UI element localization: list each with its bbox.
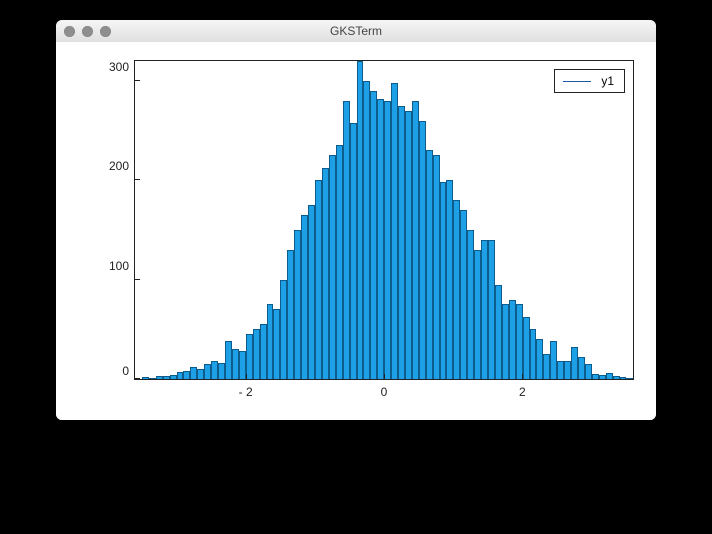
histogram-bar <box>267 304 274 379</box>
histogram-bar <box>481 240 488 379</box>
ytick-mark <box>134 279 140 280</box>
close-icon[interactable] <box>64 26 75 37</box>
histogram-bar <box>315 180 322 379</box>
histogram-bar <box>626 378 633 379</box>
histogram-bar <box>620 377 627 379</box>
histogram-bar <box>163 376 170 379</box>
histogram-bar <box>204 364 211 379</box>
legend-label: y1 <box>601 74 614 88</box>
histogram-bar <box>363 81 370 379</box>
histogram-bar <box>232 349 239 379</box>
xtick-2: 2 <box>519 385 526 399</box>
histogram-bar <box>502 304 509 379</box>
ytick-0: 0 <box>99 364 129 378</box>
histogram-bar <box>516 304 523 379</box>
histogram-bar <box>536 339 543 379</box>
histogram-bar <box>225 341 232 379</box>
histogram-bar <box>453 200 460 379</box>
histogram-bar <box>336 145 343 379</box>
histogram-bar <box>474 250 481 379</box>
histogram-bar <box>287 250 294 379</box>
ytick-mark <box>134 378 140 379</box>
histogram-bar <box>460 210 467 379</box>
histogram-bar <box>592 374 599 379</box>
histogram-bar <box>350 123 357 379</box>
histogram-bar <box>357 61 364 379</box>
xtick-0: 0 <box>381 385 388 399</box>
histogram-bar <box>343 101 350 379</box>
histogram-bar <box>301 215 308 379</box>
histogram-bar <box>419 121 426 379</box>
ytick-200: 200 <box>99 159 129 173</box>
chart-axes: y1 0 100 200 300 - 2 0 2 <box>134 60 634 380</box>
xtick-mark <box>384 374 385 380</box>
xtick-m2: - 2 <box>239 385 253 399</box>
histogram-bar <box>550 341 557 379</box>
histogram-bar <box>322 168 329 379</box>
legend-swatch-icon <box>563 81 591 82</box>
histogram-bar <box>467 230 474 379</box>
histogram-bar <box>578 357 585 379</box>
histogram-bar <box>329 155 336 379</box>
histogram-bar <box>246 334 253 379</box>
histogram-bar <box>142 377 149 379</box>
histogram-bar <box>571 347 578 379</box>
ytick-mark <box>134 80 140 81</box>
histogram-bars <box>135 61 633 379</box>
ytick-mark <box>134 179 140 180</box>
histogram-bar <box>218 363 225 379</box>
histogram-bar <box>426 150 433 379</box>
histogram-bar <box>149 378 156 379</box>
zoom-icon[interactable] <box>100 26 111 37</box>
histogram-bar <box>585 364 592 379</box>
histogram-bar <box>509 300 516 380</box>
histogram-bar <box>183 371 190 379</box>
histogram-bar <box>177 372 184 379</box>
histogram-bar <box>294 230 301 379</box>
histogram-bar <box>613 376 620 379</box>
histogram-bar <box>370 91 377 379</box>
histogram-bar <box>530 329 537 379</box>
histogram-bar <box>260 324 267 379</box>
histogram-bar <box>156 376 163 379</box>
histogram-bar <box>190 367 197 379</box>
ytick-300: 300 <box>99 60 129 74</box>
histogram-bar <box>606 373 613 379</box>
histogram-bar <box>446 180 453 379</box>
histogram-bar <box>599 375 606 379</box>
plot-area: y1 0 100 200 300 - 2 0 2 <box>56 42 656 420</box>
histogram-bar <box>488 240 495 379</box>
histogram-bar <box>495 285 502 379</box>
histogram-bar <box>384 101 391 379</box>
histogram-bar <box>564 361 571 379</box>
traffic-lights <box>56 26 111 37</box>
ytick-100: 100 <box>99 259 129 273</box>
chart-legend: y1 <box>554 69 625 93</box>
histogram-bar <box>523 317 530 379</box>
histogram-bar <box>197 369 204 379</box>
histogram-bar <box>280 280 287 379</box>
titlebar[interactable]: GKSTerm <box>56 20 656 43</box>
histogram-bar <box>440 182 447 379</box>
histogram-bar <box>273 309 280 379</box>
xtick-mark <box>246 374 247 380</box>
histogram-bar <box>253 329 260 379</box>
histogram-bar <box>308 205 315 379</box>
minimize-icon[interactable] <box>82 26 93 37</box>
histogram-bar <box>170 375 177 379</box>
histogram-bar <box>377 99 384 379</box>
histogram-bar <box>557 361 564 379</box>
histogram-bar <box>398 106 405 379</box>
window-title: GKSTerm <box>56 24 656 38</box>
histogram-bar <box>433 155 440 379</box>
xtick-mark <box>522 374 523 380</box>
app-window: GKSTerm y1 0 100 200 300 - 2 0 2 <box>56 20 656 420</box>
histogram-bar <box>412 101 419 379</box>
histogram-bar <box>391 83 398 379</box>
histogram-bar <box>211 361 218 379</box>
histogram-bar <box>543 354 550 379</box>
histogram-bar <box>405 111 412 379</box>
